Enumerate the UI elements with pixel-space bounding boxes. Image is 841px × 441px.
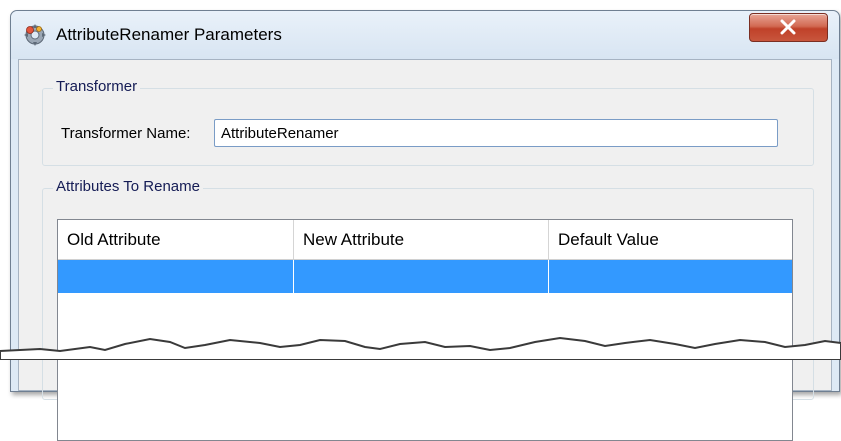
column-header-default-value[interactable]: Default Value (549, 220, 792, 259)
column-header-new-attribute[interactable]: New Attribute (294, 220, 549, 259)
torn-paper-edge (0, 336, 841, 360)
transformer-group: Transformer Transformer Name: (42, 78, 814, 166)
transformer-name-input[interactable] (214, 119, 778, 147)
attributes-group: Attributes To Rename Old Attribute New A… (42, 178, 814, 441)
cell-old-attribute[interactable] (58, 260, 294, 293)
title-bar[interactable]: AttributeRenamer Parameters (11, 11, 839, 59)
cell-default-value[interactable] (549, 260, 792, 293)
table-row[interactable] (58, 260, 792, 293)
column-header-old-attribute[interactable]: Old Attribute (58, 220, 294, 259)
window-title: AttributeRenamer Parameters (56, 25, 282, 44)
attributes-group-title: Attributes To Rename (53, 178, 203, 195)
close-icon (780, 19, 796, 35)
close-button[interactable] (749, 13, 828, 42)
gear-app-icon (24, 24, 46, 46)
transformer-group-title: Transformer (53, 78, 141, 95)
transformer-name-label: Transformer Name: (61, 125, 191, 142)
cell-new-attribute[interactable] (294, 260, 549, 293)
table-header: Old Attribute New Attribute Default Valu… (58, 220, 792, 260)
